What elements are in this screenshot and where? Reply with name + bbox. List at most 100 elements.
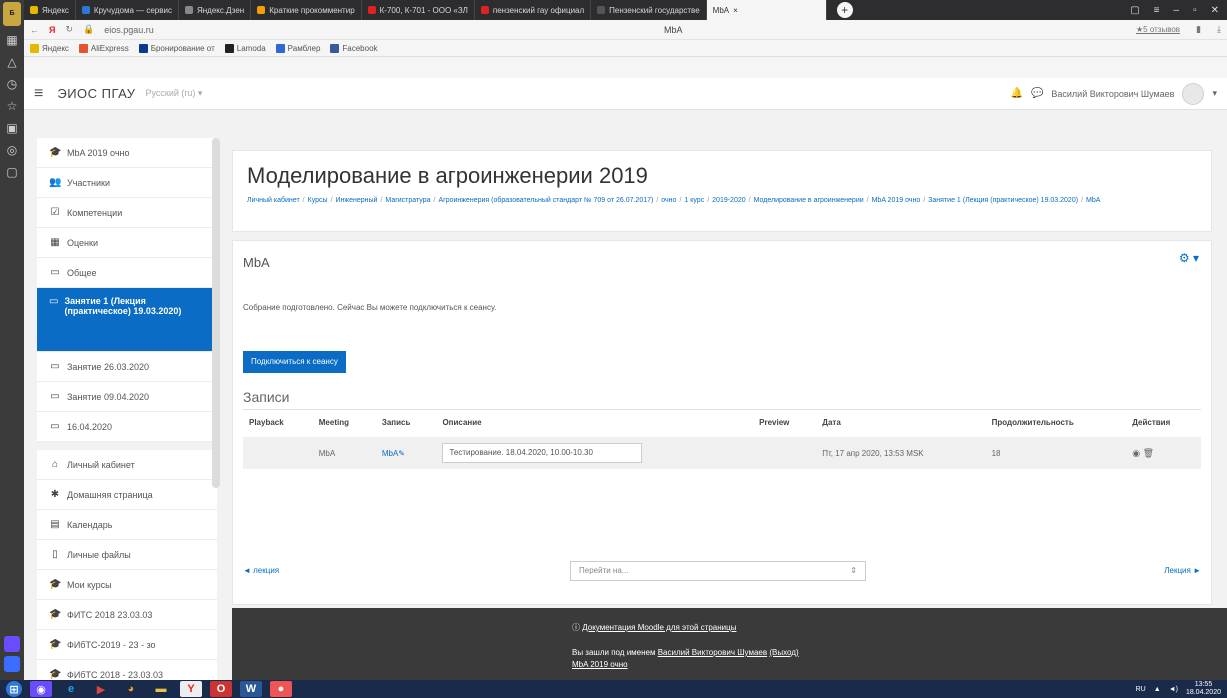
- edge-icon[interactable]: e: [60, 681, 82, 697]
- history-icon[interactable]: ◷: [4, 76, 20, 92]
- prev-activity-link[interactable]: ◄ лекция: [243, 566, 279, 575]
- site-brand[interactable]: ЭИОС ПГАУ: [57, 86, 135, 101]
- reload-icon[interactable]: ↻: [65, 24, 73, 35]
- browser-tab[interactable]: Краткие прокомментир: [251, 0, 362, 20]
- drawer-item[interactable]: ▯ Личные файлы: [37, 540, 217, 570]
- trash-icon[interactable]: 🗑: [1143, 448, 1154, 458]
- breadcrumb-link[interactable]: очно: [661, 197, 676, 204]
- browser-tab[interactable]: Кручудома — сервис: [76, 0, 179, 20]
- menu-icon[interactable]: ≡: [1154, 5, 1160, 16]
- breadcrumb-link[interactable]: MbA: [1086, 197, 1100, 204]
- breadcrumb-link[interactable]: Личный кабинет: [247, 197, 300, 204]
- bookmark-item[interactable]: Яндекс: [30, 43, 69, 53]
- bookmark-item[interactable]: AliExpress: [78, 43, 129, 53]
- notifications-icon[interactable]: 🔔: [1010, 88, 1022, 99]
- drawer-item[interactable]: ▭ Занятие 09.04.2020: [37, 382, 217, 412]
- back-icon[interactable]: ←: [30, 25, 39, 35]
- next-activity-link[interactable]: Лекция ►: [1164, 566, 1201, 575]
- breadcrumb-link[interactable]: Занятие 1 (Лекция (практическое) 19.03.2…: [928, 197, 1078, 204]
- drawer-item[interactable]: ▭ 16.04.2020: [37, 412, 217, 442]
- network-icon[interactable]: ▲: [1154, 686, 1161, 693]
- jump-to-select[interactable]: Перейти на... ⇕: [570, 561, 866, 581]
- recording-link[interactable]: MbA: [382, 449, 398, 458]
- download-icon[interactable]: ⤓: [1217, 24, 1221, 35]
- drawer-item[interactable]: 🎓 MbA 2019 очно: [37, 138, 217, 168]
- breadcrumb-link[interactable]: Моделирование в агроинженерии: [754, 197, 864, 204]
- eye-icon[interactable]: ◉: [1132, 448, 1142, 458]
- drawer-scrollbar[interactable]: [212, 138, 220, 488]
- yandex-icon[interactable]: Y: [180, 681, 202, 697]
- reviews-badge[interactable]: ★5 отзывов: [1136, 25, 1180, 34]
- drawer-item[interactable]: ☑ Компетенции: [37, 198, 217, 228]
- drawer-item[interactable]: 👥 Участники: [37, 168, 217, 198]
- breadcrumb-link[interactable]: Курсы: [308, 197, 328, 204]
- breadcrumb-link[interactable]: Агроинженерия (образовательный стандарт …: [438, 197, 653, 204]
- breadcrumb-link[interactable]: 2019-2020: [712, 197, 745, 204]
- alice-icon[interactable]: △: [4, 54, 20, 70]
- logout-link[interactable]: (Выход): [769, 648, 798, 657]
- apps-icon[interactable]: ▦: [4, 32, 20, 48]
- maximize-icon[interactable]: ▫: [1193, 5, 1197, 16]
- language-menu[interactable]: Русский (ru) ▾: [146, 88, 203, 99]
- media-player-icon[interactable]: ▶: [90, 681, 112, 697]
- new-tab-icon[interactable]: +: [836, 2, 853, 18]
- browser-tab[interactable]: Пензенский государстве: [591, 0, 707, 20]
- breadcrumb-link[interactable]: MbA 2019 очно: [872, 197, 921, 204]
- volume-icon[interactable]: ◄): [1169, 686, 1178, 693]
- drawer-item[interactable]: 🎓 ФИбТС 2018 - 23.03.03: [37, 660, 217, 680]
- browser-tab-active[interactable]: MbA ×: [706, 0, 827, 20]
- drawer-item[interactable]: ▭ Занятие 26.03.2020: [37, 352, 217, 382]
- browser-tab[interactable]: Яндекс: [24, 0, 76, 20]
- description-input[interactable]: Тестирование. 18.04.2020, 10.00-10.30: [442, 443, 643, 463]
- url-field[interactable]: eios.pgau.ru: [104, 25, 154, 35]
- drawer-item-active[interactable]: ▭ Занятие 1 (Лекция (практическое) 19.03.…: [37, 288, 217, 352]
- bookmark-item[interactable]: Бронирование от: [138, 43, 215, 53]
- zen-icon[interactable]: ◎: [4, 142, 20, 158]
- close-tab-icon[interactable]: ×: [733, 6, 738, 15]
- bookmark-item[interactable]: Рамблер: [275, 43, 320, 53]
- drawer-item[interactable]: ▭ Общее: [37, 258, 217, 288]
- user-name[interactable]: Василий Викторович Шумаев: [1051, 89, 1174, 99]
- drawer-item[interactable]: ⌂ Личный кабинет: [37, 450, 217, 480]
- downloads-icon[interactable]: ▢: [4, 164, 20, 180]
- drawer-item[interactable]: 🎓 Мои курсы: [37, 570, 217, 600]
- drawer-item[interactable]: ▤ Календарь: [37, 510, 217, 540]
- close-icon[interactable]: ✕: [1211, 5, 1219, 16]
- tab-manager-icon[interactable]: ▢: [1130, 5, 1139, 16]
- yandex-browser-icon[interactable]: ◉: [30, 681, 52, 697]
- language-indicator[interactable]: RU: [1136, 686, 1146, 693]
- profile-link[interactable]: Василий Викторович Шумаев: [658, 648, 767, 657]
- menu-toggle-icon[interactable]: ≡: [34, 85, 43, 103]
- browser-tab[interactable]: Яндекс.Дзен: [179, 0, 252, 20]
- messages-icon[interactable]: 💬: [1031, 88, 1043, 99]
- breadcrumb-link[interactable]: 1 курс: [684, 197, 704, 204]
- gear-icon[interactable]: ⚙ ▾: [1179, 251, 1199, 265]
- breadcrumb-link[interactable]: Инженерный: [336, 197, 378, 204]
- word-icon[interactable]: W: [240, 681, 262, 697]
- yandex-home-icon[interactable]: Я: [49, 25, 55, 35]
- bookmark-flag-icon[interactable]: ▮: [1196, 24, 1201, 35]
- bookmark-item[interactable]: Lamoda: [224, 43, 266, 53]
- drawer-item[interactable]: ▦ Оценки: [37, 228, 217, 258]
- music-icon[interactable]: [4, 636, 20, 652]
- explorer-icon[interactable]: ▬: [150, 681, 172, 697]
- chrome-icon[interactable]: ◕: [120, 681, 142, 697]
- chevron-down-icon[interactable]: ▾: [1212, 88, 1217, 99]
- date[interactable]: 18.04.2020: [1186, 689, 1221, 697]
- messenger-icon[interactable]: [4, 656, 20, 672]
- browser-tab[interactable]: К-700, К-701 - ООО «ЗЛ: [362, 0, 475, 20]
- browser-tab[interactable]: пензенский гау официал: [475, 0, 592, 20]
- avatar[interactable]: [1182, 82, 1205, 105]
- edit-pencil-icon[interactable]: ✎: [398, 449, 405, 458]
- minimize-icon[interactable]: –: [1174, 5, 1180, 16]
- bookmark-item[interactable]: Facebook: [330, 43, 378, 53]
- start-button[interactable]: ⊞: [6, 681, 22, 697]
- drawer-item[interactable]: ✱ Домашняя страница: [37, 480, 217, 510]
- clock[interactable]: 13:55: [1195, 681, 1213, 689]
- bookmarks-icon[interactable]: ☆: [4, 98, 20, 114]
- yandex-logo-icon[interactable]: Б: [3, 2, 21, 26]
- app-icon[interactable]: ●: [270, 681, 292, 697]
- drawer-item[interactable]: 🎓 ФИТС 2018 23.03.03: [37, 600, 217, 630]
- breadcrumb-link[interactable]: Магистратура: [385, 197, 430, 204]
- drawer-item[interactable]: 🎓 ФИбТС-2019 - 23 - зо: [37, 630, 217, 660]
